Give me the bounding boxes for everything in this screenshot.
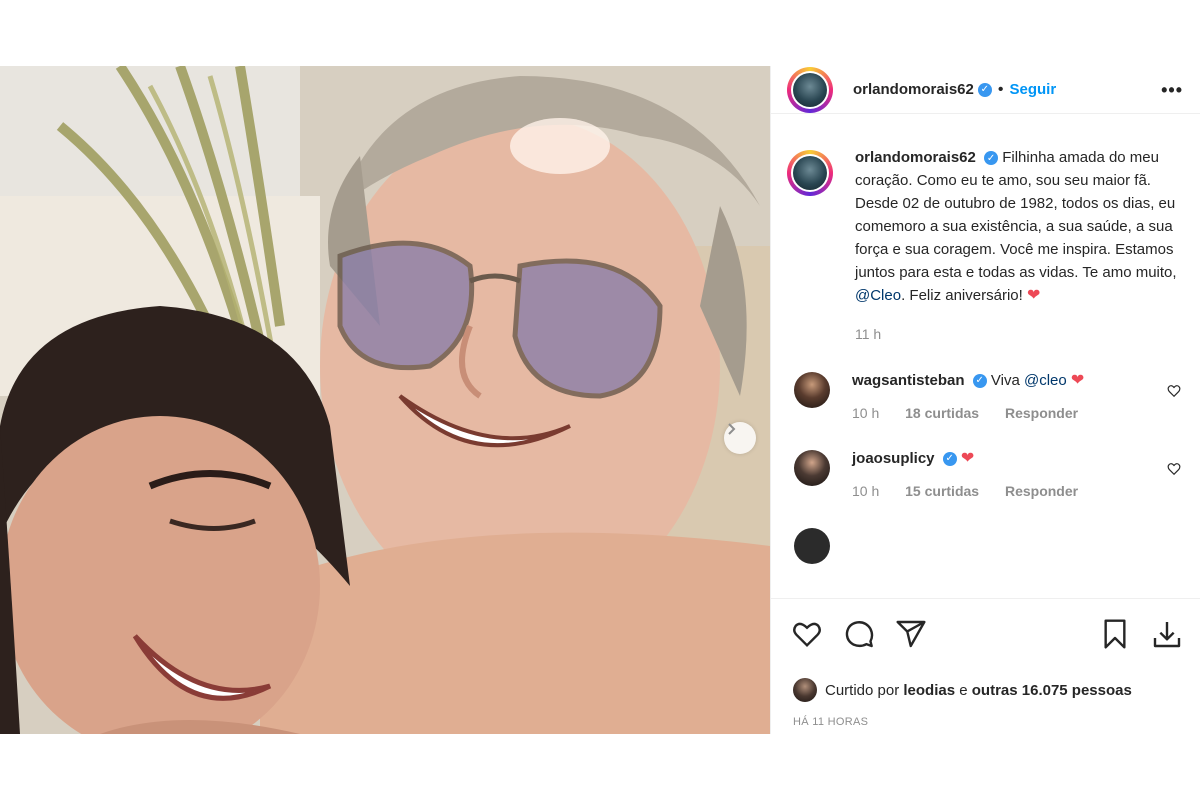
post-photo[interactable] (0, 66, 770, 734)
chevron-right-icon (728, 423, 736, 435)
reply-button[interactable]: Responder (1005, 483, 1078, 499)
comment-mention-link[interactable]: @cleo (1024, 372, 1067, 389)
comment-time[interactable]: 10 h (852, 405, 879, 421)
commenter-avatar[interactable] (794, 528, 830, 564)
commenter-username[interactable]: wagsantisteban (852, 372, 965, 389)
separator-dot: • (997, 80, 1004, 98)
comment-body: wagsantisteban ✓ Viva @cleo ❤ 10 h 18 cu… (852, 370, 1100, 424)
author-username[interactable]: orlandomorais62 (853, 81, 974, 98)
liked-by-prefix: Curtido por (825, 681, 900, 699)
caption-username[interactable]: orlandomorais62 (855, 149, 976, 166)
commenter-avatar[interactable] (794, 450, 830, 486)
heart-outline-icon[interactable] (791, 618, 823, 650)
more-options-icon[interactable]: ••• (1161, 80, 1183, 101)
photo-illustration (0, 66, 770, 734)
next-photo-button[interactable] (724, 422, 756, 454)
comment-likes[interactable]: 15 curtidas (905, 483, 979, 499)
post-caption: orlandomorais62 ✓ Filhinha amada do meu … (771, 114, 1200, 346)
bookmark-icon[interactable] (1099, 618, 1131, 650)
liked-by-connector: e (959, 681, 968, 699)
red-heart-icon: ❤ (960, 450, 975, 467)
comment-item: joaosuplicy ✓ ❤ 10 h 15 curtidas Respond… (771, 448, 1200, 502)
caption-avatar[interactable] (787, 150, 833, 196)
verified-badge-icon: ✓ (984, 151, 999, 166)
liker-avatar[interactable] (793, 678, 817, 702)
comment-likes[interactable]: 18 curtidas (905, 405, 979, 421)
comment-time[interactable]: 10 h (852, 483, 879, 499)
comment-body: joaosuplicy ✓ ❤ 10 h 15 curtidas Respond… (852, 448, 1100, 502)
comment-bubble-icon[interactable] (843, 618, 875, 650)
caption-text-block: orlandomorais62 ✓ Filhinha amada do meu … (855, 146, 1185, 346)
author-avatar[interactable] (787, 66, 833, 113)
caption-text-end: . Feliz aniversário! (901, 287, 1023, 304)
commenter-avatar[interactable] (794, 372, 830, 408)
instagram-post: orlandomorais62 ✓ • Seguir ••• orlandomo… (0, 66, 1200, 734)
caption-time[interactable]: 11 h (855, 323, 1185, 346)
red-heart-icon: ❤ (1070, 372, 1085, 389)
verified-badge-icon: ✓ (977, 82, 992, 97)
comment-item-partial (771, 526, 1200, 564)
download-icon[interactable] (1151, 618, 1183, 650)
comment-text: Viva (990, 372, 1020, 389)
paper-plane-icon[interactable] (895, 618, 927, 650)
post-sidebar: orlandomorais62 ✓ • Seguir ••• orlandomo… (770, 66, 1200, 734)
comment-like-heart-icon[interactable] (1167, 462, 1181, 476)
commenter-username[interactable]: joaosuplicy (852, 450, 935, 467)
comments-scroll-area[interactable]: orlandomorais62 ✓ Filhinha amada do meu … (771, 114, 1200, 599)
verified-badge-icon: ✓ (972, 374, 987, 389)
post-time-ago[interactable]: HÁ 11 HORAS (793, 716, 868, 728)
caption-mention-link[interactable]: @Cleo (855, 287, 901, 304)
post-actions-bar (771, 614, 1200, 658)
liked-by-line: Curtido por leodias e outras 16.075 pess… (793, 678, 1132, 702)
comment-like-heart-icon[interactable] (1167, 384, 1181, 398)
red-heart-icon: ❤ (1026, 287, 1041, 304)
liked-by-others[interactable]: outras 16.075 pessoas (972, 682, 1132, 699)
comment-meta: 10 h 15 curtidas Responder (852, 480, 1100, 502)
follow-button[interactable]: Seguir (1009, 81, 1056, 98)
comment-meta: 10 h 18 curtidas Responder (852, 402, 1100, 424)
comment-item: wagsantisteban ✓ Viva @cleo ❤ 10 h 18 cu… (771, 370, 1200, 424)
verified-badge-icon: ✓ (942, 452, 957, 467)
reply-button[interactable]: Responder (1005, 405, 1078, 421)
liked-by-user[interactable]: leodias (903, 682, 955, 699)
caption-text: Filhinha amada do meu coração. Como eu t… (855, 149, 1177, 281)
post-header: orlandomorais62 ✓ • Seguir ••• (771, 66, 1200, 114)
